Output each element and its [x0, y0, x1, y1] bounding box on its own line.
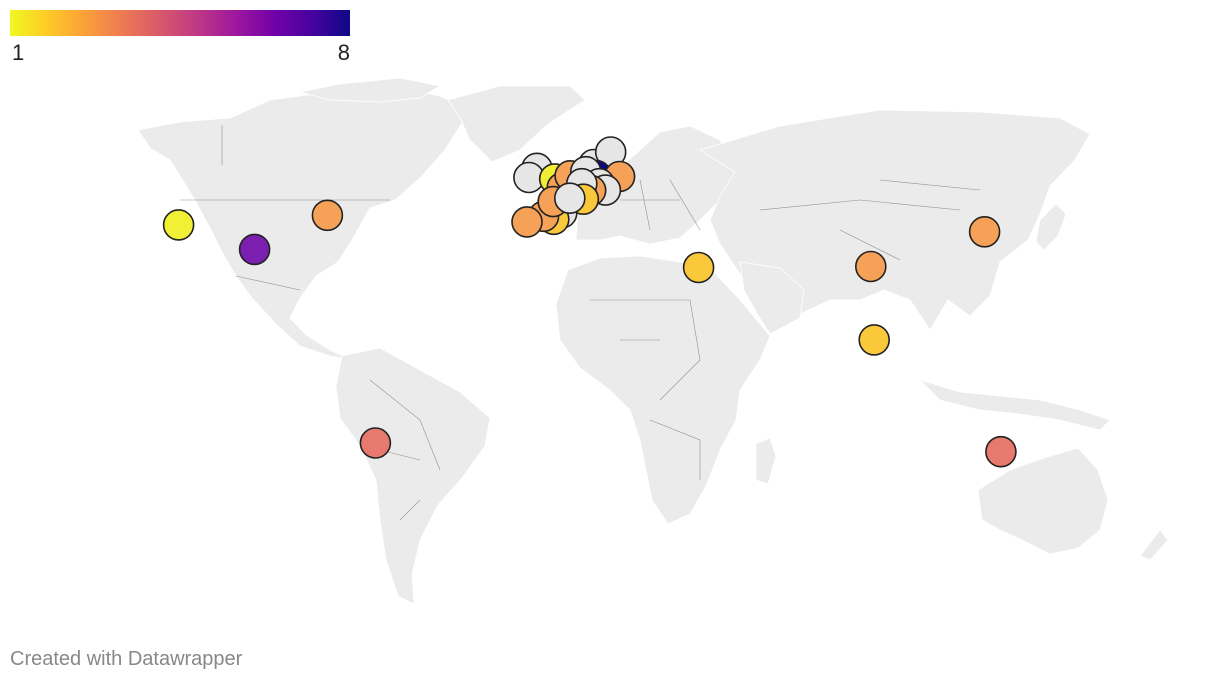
datawrapper-credit[interactable]: Created with Datawrapper: [10, 648, 242, 671]
world-map: [137, 77, 1169, 605]
city-marker-melbourne[interactable]: [985, 435, 1017, 468]
city-marker-tokyo[interactable]: [968, 216, 1001, 248]
greenland-landmass: [447, 85, 586, 163]
city-marker-singapore[interactable]: [858, 324, 891, 356]
city-marker-buenos-aires[interactable]: [359, 427, 392, 459]
southeast-asia-islands: [919, 379, 1111, 431]
city-marker-kunming[interactable]: [854, 250, 887, 283]
city-marker-riyadh[interactable]: [682, 251, 715, 284]
south-america-landmass: [335, 347, 491, 605]
africa-landmass: [555, 255, 771, 525]
city-marker-austin[interactable]: [238, 233, 271, 266]
city-marker-new-york[interactable]: [311, 199, 344, 232]
madagascar-landmass: [755, 437, 777, 485]
city-marker-lisbon[interactable]: [511, 206, 543, 238]
city-marker-san-francisco[interactable]: [162, 209, 195, 241]
land-masses: [137, 77, 1169, 605]
city-marker-lyon[interactable]: [553, 182, 586, 214]
new-zealand-landmass: [1139, 529, 1169, 561]
